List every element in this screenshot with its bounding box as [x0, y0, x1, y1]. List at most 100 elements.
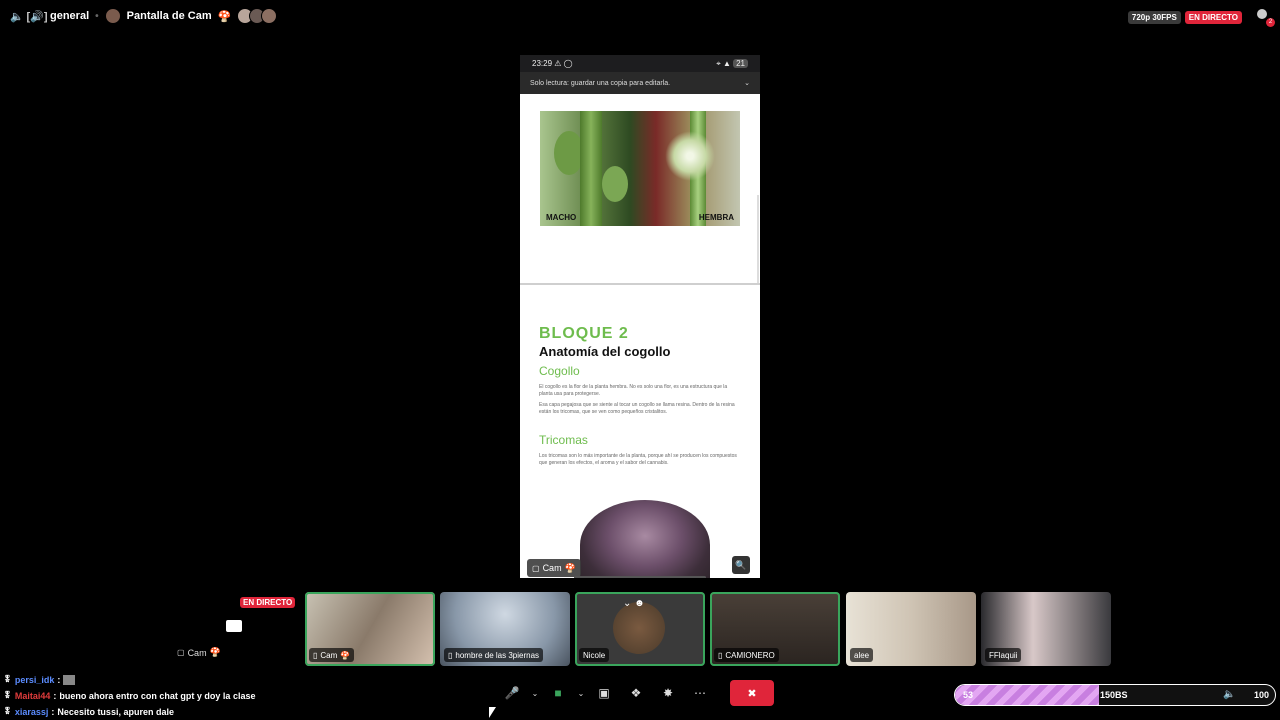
mic-options-chevron-icon[interactable]: ⌄ [528, 680, 542, 706]
soundboard-icon[interactable]: ✸ [652, 680, 684, 706]
viewers-icon[interactable]: 2 [1254, 9, 1275, 27]
separator-dot: • [95, 10, 99, 22]
page-divider [520, 283, 760, 285]
volume-icon[interactable]: 🔈 [1223, 689, 1235, 700]
read-only-notice: Solo lectura: guardar una copia para edi… [520, 72, 760, 94]
stream-title: Pantalla de Cam [126, 10, 212, 22]
phone-status-bar: 23:29 ⚠ ◯ ⌖ ▲ 21 [520, 55, 760, 72]
chat-message: 🎖 Maitai44 : bueno ahora entro con chat … [3, 688, 255, 704]
status-icons: ⌄ ☻ [623, 598, 645, 609]
phone-icon: ▯ [718, 650, 723, 660]
channel-name[interactable]: general [50, 10, 89, 22]
stream-right-value: 100 [1253, 690, 1269, 700]
participant-name: Nicole [583, 650, 606, 660]
streamer-avatar [104, 8, 121, 24]
stem-shape [580, 111, 602, 226]
stop-stream-button[interactable]: ✖ [730, 680, 774, 706]
chat-text: bueno ahora entro con chat gpt y doy la … [59, 691, 256, 701]
voice-channel-icon: [🔊] [26, 10, 48, 23]
self-live-badge: EN DIRECTO [240, 597, 296, 608]
doc-scrollbar[interactable] [757, 195, 759, 285]
participant-name: alee [854, 650, 870, 660]
phone-icon: ▯ [313, 650, 318, 660]
participant-tile-cam[interactable]: ▯ Cam 🍄 [305, 592, 435, 666]
participant-tile-nicole[interactable]: ⌄ ☻ Nicole [575, 592, 705, 666]
activities-icon[interactable]: ❖ [620, 680, 652, 706]
chat-username: xiarassj [14, 707, 49, 717]
block-title: BLOQUE 2 [539, 325, 629, 342]
top-bar: 🔈 [🔊] general • Pantalla de Cam 🍄 720p 3… [0, 0, 1280, 32]
participant-emoji: 🍄 [340, 650, 351, 660]
call-controls: 🎤 ⌄ ■ ⌄ ▣ ❖ ✸ ⋯ ✖ [496, 680, 774, 706]
participant-name: hombre de las 3piernas [455, 650, 540, 660]
participant-label: alee [850, 648, 874, 662]
stream-progress-fill [955, 685, 1099, 705]
mouse-cursor-icon [489, 707, 496, 718]
stream-mid-label: 150BS [1100, 690, 1128, 700]
home-indicator [574, 576, 706, 578]
presenter-emoji: 🍄 [564, 562, 576, 573]
screen-share-icon [226, 620, 242, 632]
phone-time: 23:29 ⚠ ◯ [532, 59, 573, 68]
viewer-count: 2 [1266, 18, 1275, 27]
chat-overlay: 🎖 persi_idk : 🎖 Maitai44 : bueno ahora e… [3, 672, 255, 720]
screen-icon: ▢ [532, 563, 540, 573]
more-options-icon[interactable]: ⋯ [684, 680, 716, 706]
live-badge: EN DIRECTO [1184, 10, 1242, 24]
person-icon [1257, 9, 1267, 19]
stream-left-value: 53 [963, 690, 974, 700]
section-title-tricomas: Tricomas [539, 433, 588, 447]
badge-icon: 🎖 [3, 708, 12, 715]
participant-tile-camionero[interactable]: ▯ CAMIONERO [710, 592, 840, 666]
chat-text: Necesito tussi, apuren dale [57, 707, 174, 717]
participant-avatar [613, 602, 665, 654]
top-left-group: 🔈 [🔊] general • Pantalla de Cam 🍄 [0, 8, 278, 24]
screen-icon: ▢ [177, 648, 185, 657]
macho-hembra-image: MACHO HEMBRA [540, 111, 740, 226]
participant-tile-fflaquii[interactable]: FFlaquii [981, 592, 1111, 666]
pistils-shape [665, 131, 715, 181]
avatar [261, 8, 278, 24]
emote-icon [63, 675, 76, 685]
top-right-group: 720p 30FPS EN DIRECTO 2 [1127, 9, 1275, 27]
paragraph: El cogollo es la flor de la planta hembr… [539, 384, 728, 397]
chat-username: persi_idk [14, 675, 55, 685]
screen-share-stream[interactable]: 23:29 ⚠ ◯ ⌖ ▲ 21 Solo lectura: guardar u… [520, 55, 760, 578]
bud-image [580, 500, 710, 578]
participant-label: Nicole [579, 648, 610, 662]
participant-name: CAMIONERO [725, 650, 775, 660]
image-label-hembra: HEMBRA [698, 213, 734, 222]
phone-icon: ▯ [448, 650, 453, 660]
alert-icons: ⚠ ◯ [554, 59, 573, 68]
camera-options-chevron-icon[interactable]: ⌄ [574, 680, 588, 706]
chat-colon: : [53, 691, 57, 701]
participant-label: ▯ hombre de las 3piernas [444, 648, 544, 662]
participant-label: ▯ CAMIONERO [714, 648, 779, 662]
participant-tile-alee[interactable]: alee [846, 592, 976, 666]
badge-icon: 🎖 [3, 676, 12, 683]
participant-name: Cam [320, 650, 338, 660]
chat-message: 🎖 persi_idk : [3, 672, 255, 688]
participant-tile-hombre[interactable]: ▯ hombre de las 3piernas [440, 592, 570, 666]
section-title-cogollo: Cogollo [539, 364, 580, 378]
chevron-down-icon[interactable]: ⌄ [744, 79, 750, 87]
participant-label: ▯ Cam 🍄 [309, 648, 355, 662]
participant-label: FFlaquii [985, 648, 1022, 662]
presenter-name: Cam [542, 563, 562, 573]
chat-message: 🎖 xiarassj : Necesito tussi, apuren dale [3, 704, 255, 720]
chat-colon: : [57, 675, 61, 685]
speaker-icon[interactable]: 🔈 [10, 9, 24, 23]
zoom-icon[interactable]: 🔍 [732, 556, 750, 574]
self-label: ▢ Cam 🍄 [177, 647, 221, 658]
image-label-macho: MACHO [546, 213, 577, 222]
camera-icon[interactable]: ■ [542, 680, 574, 706]
self-emoji: 🍄 [209, 647, 221, 657]
stream-title-emoji: 🍄 [217, 10, 232, 23]
quality-badge: 720p 30FPS [1127, 10, 1181, 24]
paragraph: Los tricomas son lo más importante de la… [539, 453, 737, 466]
microphone-icon[interactable]: 🎤 [496, 680, 528, 706]
screen-share-button-icon[interactable]: ▣ [588, 680, 620, 706]
watcher-avatars[interactable] [237, 8, 278, 24]
stream-progress-bar[interactable]: 53 150BS 🔈 100 [954, 684, 1276, 706]
chat-colon: : [51, 707, 55, 717]
